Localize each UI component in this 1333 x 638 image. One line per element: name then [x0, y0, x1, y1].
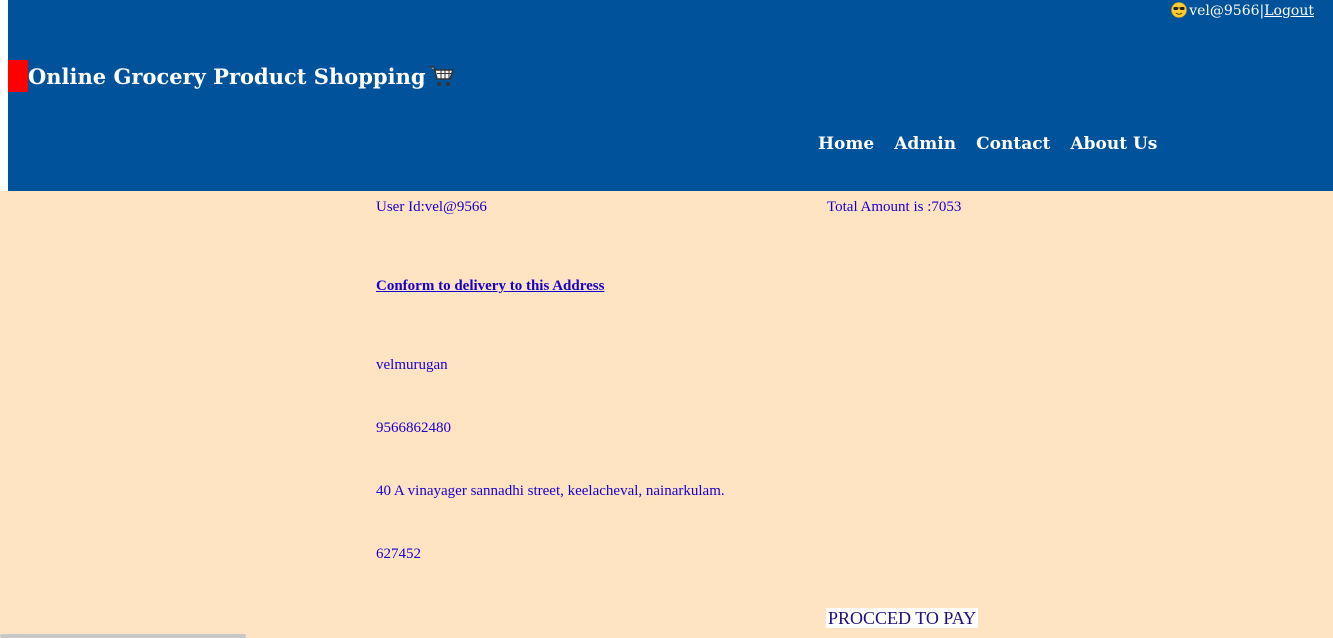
user-name: vel@9566 — [1189, 3, 1260, 19]
customer-pincode: 627452 — [376, 546, 421, 562]
site-header: vel@9566|Logout Online Grocery Product S… — [8, 0, 1333, 191]
horizontal-scrollbar[interactable] — [0, 634, 246, 638]
sunglasses-face-icon — [1171, 2, 1188, 18]
confirm-delivery-link[interactable]: Conform to delivery to this Address — [376, 277, 604, 295]
shopping-cart-icon — [429, 66, 454, 86]
customer-name: velmurugan — [376, 357, 448, 373]
user-area: vel@9566|Logout — [1171, 2, 1314, 20]
customer-address: 40 A vinayager sannadhi street, keelache… — [376, 483, 725, 499]
page: vel@9566|Logout Online Grocery Product S… — [0, 0, 1333, 638]
nav-admin[interactable]: Admin — [894, 131, 956, 157]
brand-marker — [8, 60, 28, 92]
nav-contact[interactable]: Contact — [976, 131, 1050, 157]
user-id-text: User Id:vel@9566 — [376, 199, 487, 215]
total-amount-text: Total Amount is :7053 — [827, 199, 962, 215]
proceed-to-pay-button[interactable]: PROCCED TO PAY — [826, 608, 979, 628]
site-title: Online Grocery Product Shopping — [28, 62, 455, 92]
nav-about-us[interactable]: About Us — [1070, 131, 1157, 157]
logout-link[interactable]: Logout — [1264, 3, 1314, 19]
left-gutter — [0, 0, 8, 191]
site-title-text: Online Grocery Product Shopping — [28, 64, 426, 89]
nav-home[interactable]: Home — [818, 131, 874, 157]
customer-phone: 9566862480 — [376, 420, 451, 436]
main-nav: Home Admin Contact About Us — [818, 131, 1157, 157]
